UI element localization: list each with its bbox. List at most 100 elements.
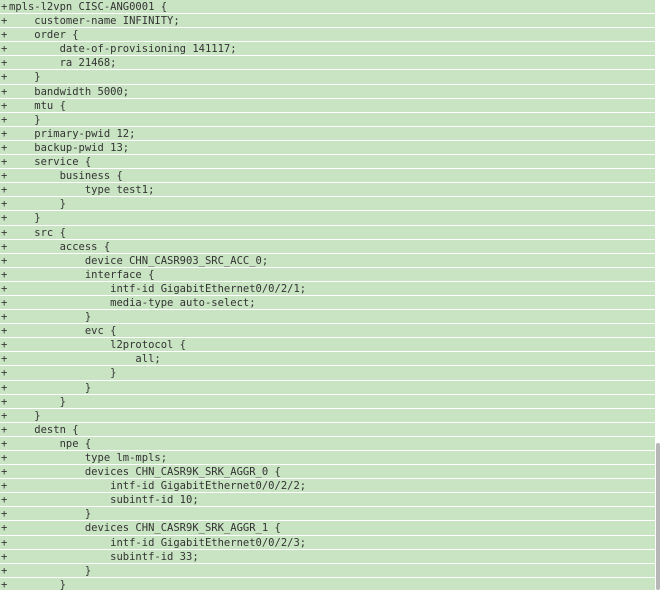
diff-line: + }	[0, 507, 655, 522]
diff-line-text: mtu {	[9, 99, 66, 112]
added-line-marker: +	[1, 395, 8, 408]
diff-line: + src {	[0, 226, 655, 240]
diff-line-text: l2protocol {	[9, 339, 187, 352]
added-line-marker: +	[1, 29, 8, 42]
added-line-marker: +	[1, 254, 8, 267]
diff-line: + l2protocol {	[0, 338, 655, 353]
diff-line: + }	[0, 578, 655, 590]
diff-line-text: date-of-provisioning 141117;	[9, 43, 237, 56]
diff-line: + mpls-l2vpn CISC-ANG0001 {	[0, 0, 655, 15]
added-line-marker: +	[1, 353, 8, 366]
diff-line-text: }	[9, 409, 41, 422]
diff-line: + }	[0, 70, 655, 85]
diff-line: + subintf-id 10;	[0, 493, 655, 508]
diff-line: + media-type auto-select;	[0, 296, 655, 311]
added-line-marker: +	[1, 508, 8, 521]
diff-line: + device CHN_CASR903_SRC_ACC_0;	[0, 254, 655, 268]
diff-line: + customer-name INFINITY;	[0, 14, 655, 29]
diff-line: + access {	[0, 240, 655, 254]
added-line-marker: +	[1, 141, 8, 154]
diff-line: + }	[0, 211, 655, 226]
diff-line: + }	[0, 197, 655, 212]
diff-line: + }	[0, 564, 655, 578]
diff-line: + }	[0, 395, 655, 409]
diff-line-text: customer-name INFINITY;	[9, 15, 180, 28]
diff-line-text: service {	[9, 156, 92, 169]
diff-line: + bandwidth 5000;	[0, 85, 655, 99]
diff-line-text: npe {	[9, 437, 92, 450]
added-line-marker: +	[1, 381, 8, 394]
diff-line-text: }	[9, 71, 41, 84]
diff-line: + backup-pwid 13;	[0, 141, 655, 156]
diff-line-text: bandwidth 5000;	[9, 85, 130, 98]
diff-line-text: intf-id GigabitEthernet0/0/2/2;	[9, 480, 307, 493]
diff-line-text: intf-id GigabitEthernet0/0/2/3;	[9, 536, 307, 549]
added-line-marker: +	[1, 494, 8, 507]
scrollbar-thumb[interactable]	[656, 443, 660, 590]
diff-line-text: devices CHN_CASR9K_SRK_AGGR_0 {	[9, 466, 281, 479]
diff-line-text: evc {	[9, 325, 117, 338]
diff-line: + subintf-id 33;	[0, 550, 655, 564]
added-line-marker: +	[1, 156, 8, 169]
added-line-marker: +	[1, 325, 8, 338]
diff-line-text: primary-pwid 12;	[9, 127, 136, 140]
diff-line: + service {	[0, 155, 655, 170]
added-line-marker: +	[1, 71, 8, 84]
added-line-marker: +	[1, 212, 8, 225]
diff-line-text: src {	[9, 226, 66, 239]
diff-line: + intf-id GigabitEthernet0/0/2/1;	[0, 282, 655, 296]
diff-line-text: subintf-id 10;	[9, 494, 199, 507]
added-line-marker: +	[1, 43, 8, 56]
added-line-marker: +	[1, 85, 8, 98]
added-line-marker: +	[1, 226, 8, 239]
vertical-scrollbar[interactable]	[655, 0, 661, 590]
diff-line-text: }	[9, 212, 41, 225]
added-line-marker: +	[1, 339, 8, 352]
added-line-marker: +	[1, 170, 8, 183]
diff-line-text: backup-pwid 13;	[9, 141, 130, 154]
added-line-marker: +	[1, 437, 8, 450]
diff-line: + }	[0, 310, 655, 325]
added-line-marker: +	[1, 296, 8, 309]
diff-line-text: business {	[9, 170, 123, 183]
diff-line-text: device CHN_CASR903_SRC_ACC_0;	[9, 254, 269, 267]
diff-line: + primary-pwid 12;	[0, 127, 655, 141]
added-line-marker: +	[1, 564, 8, 577]
diff-line-text: ra 21468;	[9, 57, 117, 70]
added-line-marker: +	[1, 452, 8, 464]
diff-line-text: access {	[9, 240, 111, 253]
added-line-marker: +	[1, 423, 8, 436]
diff-line-text: all;	[9, 353, 161, 366]
added-line-marker: +	[1, 15, 8, 28]
added-line-marker: +	[1, 550, 8, 563]
diff-line-text: }	[9, 311, 92, 324]
diff-line-text: }	[9, 381, 92, 394]
diff-line: + devices CHN_CASR9K_SRK_AGGR_0 {	[0, 465, 655, 480]
diff-line: + }	[0, 409, 655, 423]
diff-line-text: }	[9, 395, 66, 408]
added-line-marker: +	[1, 57, 8, 70]
config-diff-view: + mpls-l2vpn CISC-ANG0001 {+ customer-nam…	[0, 0, 655, 590]
diff-line: + interface {	[0, 268, 655, 282]
diff-line: + type lm-mpls;	[0, 451, 655, 466]
diff-line: + business {	[0, 169, 655, 184]
diff-line-text: interface {	[9, 268, 155, 281]
diff-line: + }	[0, 381, 655, 395]
added-line-marker: +	[1, 99, 8, 112]
added-line-marker: +	[1, 184, 8, 197]
diff-line-text: }	[9, 367, 117, 380]
diff-line-text: order {	[9, 29, 79, 42]
added-line-marker: +	[1, 282, 8, 295]
diff-line: + }	[0, 366, 655, 381]
diff-line-text: devices CHN_CASR9K_SRK_AGGR_1 {	[9, 522, 281, 535]
added-line-marker: +	[1, 127, 8, 140]
diff-line-text: mpls-l2vpn CISC-ANG0001 {	[9, 1, 168, 13]
added-line-marker: +	[1, 198, 8, 211]
added-line-marker: +	[1, 409, 8, 422]
diff-line-text: type lm-mpls;	[9, 452, 168, 464]
diff-line-text: media-type auto-select;	[9, 296, 256, 309]
diff-line: + all;	[0, 352, 655, 367]
added-line-marker: +	[1, 268, 8, 281]
diff-line: + }	[0, 113, 655, 127]
diff-line: + npe {	[0, 437, 655, 451]
